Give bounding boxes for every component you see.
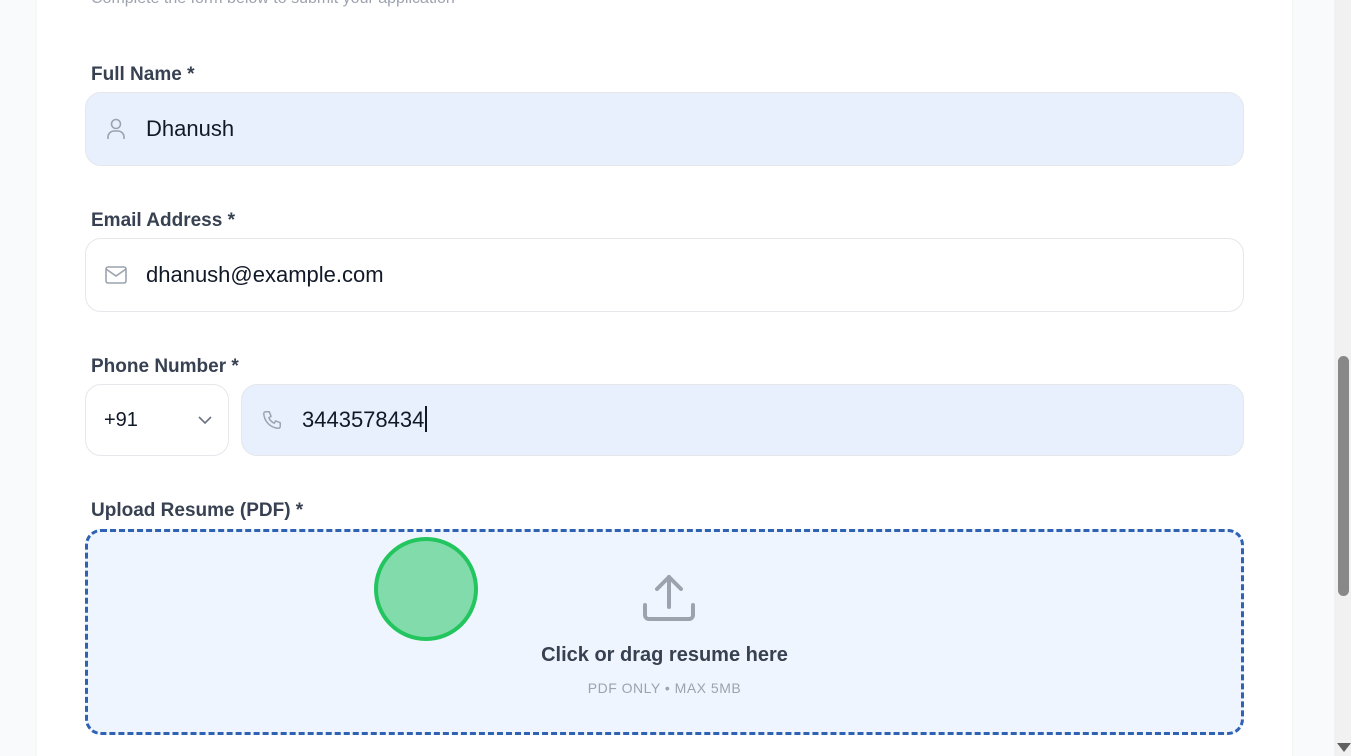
viewport: Complete the form below to submit your a… — [0, 0, 1351, 756]
dropzone-title: Click or drag resume here — [541, 644, 788, 666]
country-code-value: +91 — [104, 409, 138, 431]
user-icon — [104, 117, 128, 141]
phone-icon — [260, 408, 284, 432]
full-name-value: Dhanush — [146, 116, 235, 141]
resume-label: Upload Resume (PDF) * — [91, 500, 304, 521]
upload-icon — [641, 571, 697, 627]
resume-dropzone[interactable]: Click or drag resume here PDF ONLY • MAX… — [85, 529, 1244, 735]
pointer-marker — [374, 537, 478, 641]
phone-value: 3443578434 — [302, 407, 425, 432]
email-field[interactable]: dhanush@example.com — [85, 238, 1244, 312]
phone-label: Phone Number * — [91, 356, 239, 377]
chevron-down-icon — [196, 411, 214, 429]
mail-icon — [104, 263, 128, 287]
scrollbar-thumb[interactable] — [1338, 356, 1349, 596]
scroll-down-arrow-icon[interactable] — [1337, 743, 1351, 752]
phone-field[interactable]: 3443578434 — [241, 384, 1244, 456]
country-code-select[interactable]: +91 — [85, 384, 229, 456]
text-caret — [425, 406, 428, 433]
phone-value-wrap: 3443578434 — [302, 406, 428, 433]
dropzone-hint: PDF ONLY • MAX 5MB — [587, 680, 742, 696]
full-name-label: Full Name * — [91, 64, 195, 85]
email-value: dhanush@example.com — [146, 262, 384, 287]
page-scrollbar[interactable] — [1334, 0, 1351, 756]
form-subtitle: Complete the form below to submit your a… — [91, 0, 455, 8]
email-label: Email Address * — [91, 210, 235, 231]
full-name-field[interactable]: Dhanush — [85, 92, 1244, 166]
